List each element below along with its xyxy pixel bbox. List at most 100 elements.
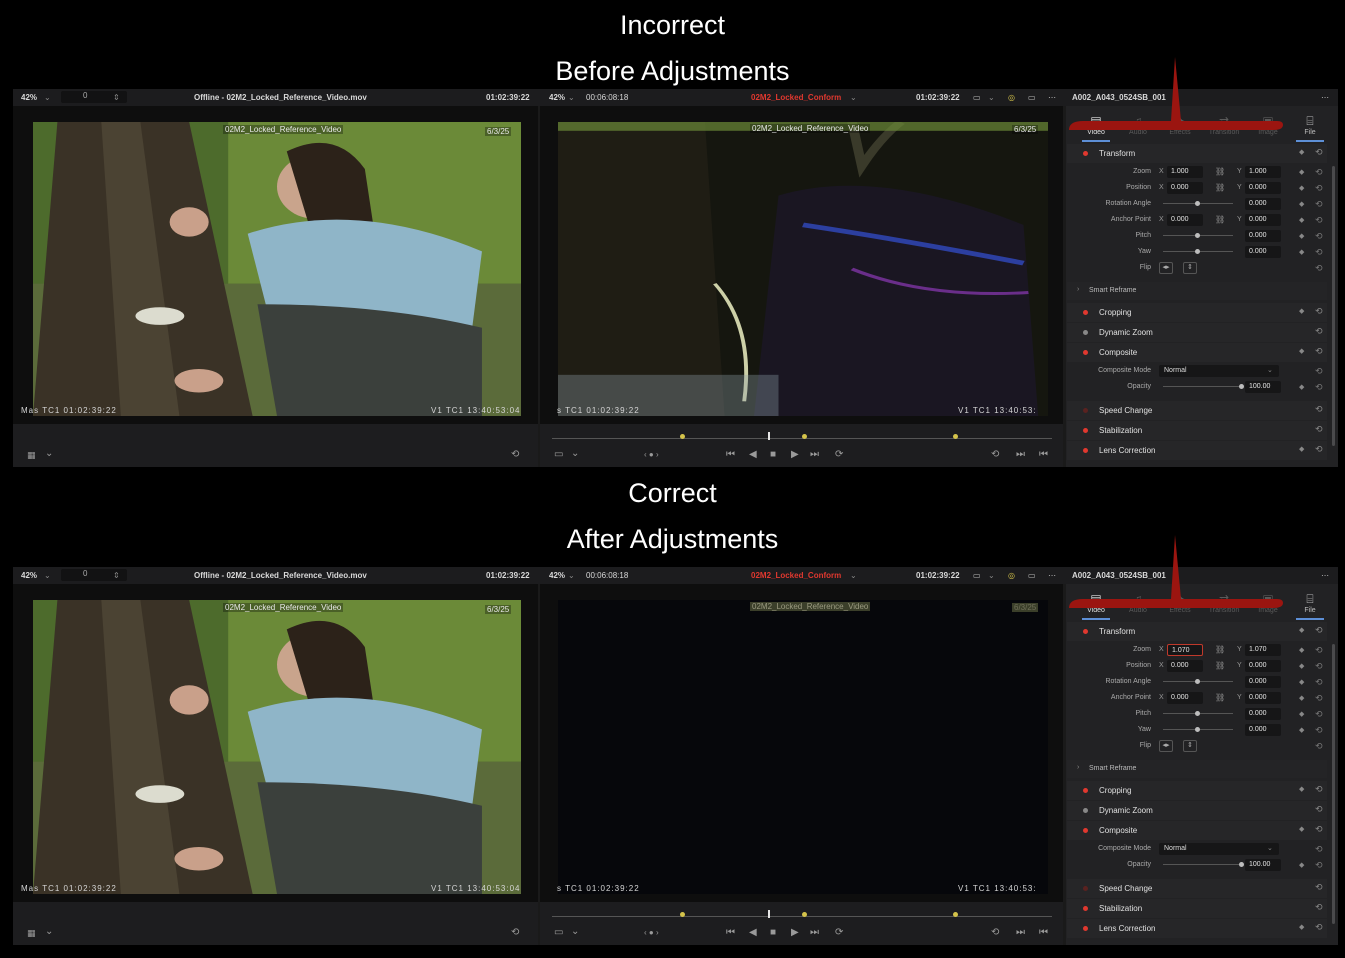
reset-icon[interactable]: ⟲	[1315, 183, 1323, 194]
section-lens-correction[interactable]: Lens Correction ◆ ⟲	[1067, 919, 1327, 938]
section-speed-change[interactable]: Speed Change ⟲	[1067, 401, 1327, 420]
inspector-tab-file[interactable]: ⌸ File	[1288, 588, 1332, 620]
param-slider[interactable]	[1163, 711, 1233, 716]
prev-edit-icon[interactable]: ⏮	[1039, 928, 1048, 938]
prev-edit-icon[interactable]: ⏮	[1039, 450, 1048, 460]
param-slider[interactable]	[1163, 249, 1233, 254]
section-cropping[interactable]: Cropping ◆ ⟲	[1067, 781, 1327, 800]
keyframe-diamond-icon[interactable]: ◆	[1299, 184, 1304, 192]
source-zoom[interactable]: 42%	[21, 93, 37, 102]
safe-area-icon[interactable]: ▭	[554, 928, 563, 938]
keyframe-diamond-icon[interactable]: ◆	[1299, 785, 1304, 793]
x-value-field[interactable]: 1.000	[1167, 166, 1203, 178]
loop-icon[interactable]: ⟲	[511, 450, 519, 460]
skip-end-icon[interactable]: ⏭	[810, 928, 819, 938]
opacity-slider[interactable]	[1163, 384, 1244, 389]
more-icon[interactable]: ⋯	[1321, 93, 1329, 102]
reset-icon[interactable]: ⟲	[1315, 693, 1323, 704]
param-value-field[interactable]: 0.000	[1245, 724, 1281, 736]
enable-toggle-icon[interactable]	[1083, 788, 1088, 793]
chevron-down-icon[interactable]: ⌄	[988, 571, 995, 580]
reset-icon[interactable]: ⟲	[1315, 824, 1323, 835]
chevron-down-icon[interactable]: ⌄	[568, 93, 575, 102]
flip-vertical-icon[interactable]: ⇕	[1183, 740, 1197, 752]
reset-icon[interactable]: ⟲	[1315, 804, 1323, 815]
section-lens-correction[interactable]: Lens Correction ◆ ⟲	[1067, 441, 1327, 460]
chevron-down-icon[interactable]: ⌄	[1267, 366, 1273, 374]
skip-end-icon[interactable]: ⏭	[810, 450, 819, 460]
target-zoom[interactable]: 42%	[549, 571, 565, 580]
loop-icon[interactable]: ⟲	[511, 928, 519, 938]
composite-mode-select[interactable]: Normal	[1159, 843, 1279, 855]
param-slider[interactable]	[1163, 679, 1233, 684]
section-transform[interactable]: Transform ◆ ⟲	[1067, 144, 1327, 163]
section-transform[interactable]: Transform ◆ ⟲	[1067, 622, 1327, 641]
scrubber-marker[interactable]	[680, 434, 685, 439]
enable-toggle-icon[interactable]	[1083, 408, 1088, 413]
reset-icon[interactable]: ⟲	[1315, 231, 1323, 242]
opacity-slider[interactable]	[1163, 862, 1244, 867]
keyframe-diamond-icon[interactable]: ◆	[1299, 232, 1304, 240]
enable-toggle-icon[interactable]	[1083, 428, 1088, 433]
keyframe-diamond-icon[interactable]: ◆	[1299, 216, 1304, 224]
reset-icon[interactable]: ⟲	[1315, 444, 1323, 455]
chevron-right-icon[interactable]: ›	[1077, 764, 1079, 771]
section-composite[interactable]: Composite ◆ ⟲	[1067, 343, 1327, 362]
chevron-down-icon[interactable]: ⌄	[571, 927, 579, 937]
keyframe-diamond-icon[interactable]: ◆	[1299, 347, 1304, 355]
param-value-field[interactable]: 0.000	[1245, 230, 1281, 242]
flip-horizontal-icon[interactable]: ◂▸	[1159, 740, 1173, 752]
scrubber-marker[interactable]	[802, 434, 807, 439]
reset-icon[interactable]: ⟲	[1315, 844, 1323, 855]
enable-toggle-icon[interactable]	[1083, 151, 1088, 156]
target-zoom[interactable]: 42%	[549, 93, 565, 102]
reset-icon[interactable]: ⟲	[1315, 625, 1323, 636]
param-value-field[interactable]: 0.000	[1245, 198, 1281, 210]
reset-icon[interactable]: ⟲	[1315, 882, 1323, 893]
chevron-down-icon[interactable]: ⌄	[45, 927, 53, 937]
playhead[interactable]	[768, 432, 770, 440]
color-wheel-icon[interactable]: ◎	[1008, 571, 1015, 580]
inspector-scrollbar[interactable]	[1332, 166, 1335, 446]
color-wheel-icon[interactable]: ◎	[1008, 93, 1015, 102]
flip-horizontal-icon[interactable]: ◂▸	[1159, 262, 1173, 274]
link-icon[interactable]: ⛓	[1215, 661, 1225, 671]
keyframe-diamond-icon[interactable]: ◆	[1299, 200, 1304, 208]
reset-icon[interactable]: ⟲	[1315, 199, 1323, 210]
section-dynamic-zoom[interactable]: Dynamic Zoom ⟲	[1067, 323, 1327, 342]
param-slider[interactable]	[1163, 201, 1233, 206]
enable-toggle-icon[interactable]	[1083, 330, 1088, 335]
enable-toggle-icon[interactable]	[1083, 926, 1088, 931]
play-icon[interactable]: ▶	[791, 928, 799, 938]
chevron-down-icon[interactable]: ⌄	[45, 449, 53, 459]
reset-icon[interactable]: ⟲	[1315, 366, 1323, 377]
section-cropping[interactable]: Cropping ◆ ⟲	[1067, 303, 1327, 322]
y-value-field[interactable]: 0.000	[1245, 660, 1281, 672]
smart-reframe-row[interactable]: › Smart Reframe	[1067, 282, 1327, 300]
reset-icon[interactable]: ⟲	[1315, 661, 1323, 672]
y-value-field[interactable]: 0.000	[1245, 214, 1281, 226]
reset-icon[interactable]: ⟲	[1315, 404, 1323, 415]
reset-icon[interactable]: ⟲	[1315, 215, 1323, 226]
slider-knob[interactable]	[1195, 679, 1200, 684]
link-icon[interactable]: ⛓	[1215, 167, 1225, 177]
keyframe-diamond-icon[interactable]: ◆	[1299, 168, 1304, 176]
more-icon[interactable]: ⋯	[1321, 571, 1329, 580]
reset-icon[interactable]: ⟲	[1315, 382, 1323, 393]
stepper-icon[interactable]: ⇕	[113, 571, 120, 580]
stop-icon[interactable]: ■	[770, 928, 776, 938]
playhead[interactable]	[768, 910, 770, 918]
viewer-layout-icon[interactable]: ▭	[1028, 93, 1036, 102]
section-composite[interactable]: Composite ◆ ⟲	[1067, 821, 1327, 840]
timeline-title[interactable]: 02M2_Locked_Conform	[751, 93, 841, 102]
stop-icon[interactable]: ■	[770, 450, 776, 460]
keyframe-diamond-icon[interactable]: ◆	[1299, 662, 1304, 670]
keyframe-diamond-icon[interactable]: ◆	[1299, 646, 1304, 654]
keyframe-diamond-icon[interactable]: ◆	[1299, 678, 1304, 686]
reset-icon[interactable]: ⟲	[1315, 247, 1323, 258]
section-speed-change[interactable]: Speed Change ⟲	[1067, 879, 1327, 898]
chevron-down-icon[interactable]: ⌄	[988, 93, 995, 102]
keyframe-diamond-icon[interactable]: ◆	[1299, 626, 1304, 634]
play-icon[interactable]: ▶	[791, 450, 799, 460]
enable-toggle-icon[interactable]	[1083, 350, 1088, 355]
